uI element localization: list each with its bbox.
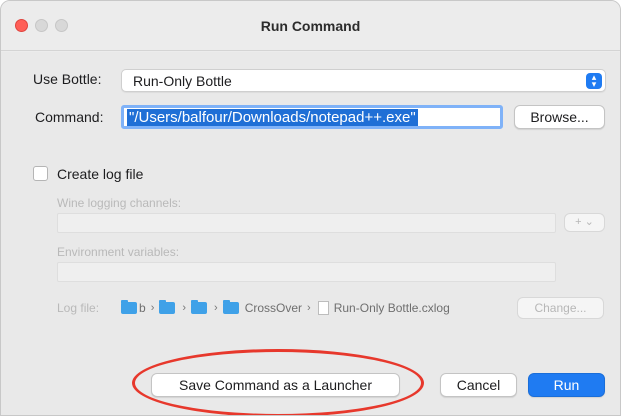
add-channel-button[interactable]: + ⌄ [564, 213, 605, 232]
path-segment: CrossOver [244, 301, 303, 315]
path-segment: b [139, 301, 146, 315]
red-highlight-circle [132, 349, 424, 415]
use-bottle-label: Use Bottle: [33, 71, 102, 87]
command-input[interactable]: "/Users/balfour/Downloads/notepad++.exe" [121, 105, 503, 129]
folder-icon [191, 300, 208, 314]
path-segment: Run-Only Bottle.cxlog [333, 301, 450, 315]
wine-logging-channels-label: Wine logging channels: [57, 196, 182, 210]
create-log-checkbox[interactable] [33, 166, 48, 181]
environment-variables-label: Environment variables: [57, 245, 180, 259]
window-title: Run Command [260, 18, 361, 34]
dialog-content: Use Bottle: Run-Only Bottle ▴ ▾ Command: … [1, 52, 620, 415]
cancel-button[interactable]: Cancel [440, 373, 517, 397]
log-file-label: Log file: [57, 301, 100, 315]
chevron-right-icon: › [214, 302, 218, 314]
run-command-window: Run Command Use Bottle: Run-Only Bottle … [0, 0, 621, 416]
chevron-right-icon: › [307, 302, 311, 314]
create-log-label: Create log file [57, 166, 144, 182]
chevron-right-icon: › [182, 302, 187, 314]
title-bar: Run Command [1, 1, 620, 51]
file-icon [317, 301, 329, 315]
command-input-value: "/Users/balfour/Downloads/notepad++.exe" [127, 109, 418, 126]
change-log-file-button[interactable]: Change... [517, 297, 604, 319]
environment-variables-input[interactable] [57, 262, 556, 282]
chevron-right-icon: › [150, 302, 155, 314]
folder-icon [222, 300, 239, 314]
bottle-select[interactable]: Run-Only Bottle ▴ ▾ [121, 69, 606, 92]
run-button[interactable]: Run [528, 373, 605, 397]
wine-logging-channels-input[interactable] [57, 213, 556, 233]
bottle-select-value: Run-Only Bottle [133, 73, 232, 89]
command-label: Command: [35, 109, 104, 125]
log-file-path: b › › › CrossOver › Run-Only Bottle.cxlo… [121, 299, 450, 317]
folder-icon [159, 300, 176, 314]
select-stepper-icon: ▴ ▾ [586, 73, 602, 89]
folder-icon [121, 300, 137, 314]
browse-button[interactable]: Browse... [514, 105, 605, 129]
